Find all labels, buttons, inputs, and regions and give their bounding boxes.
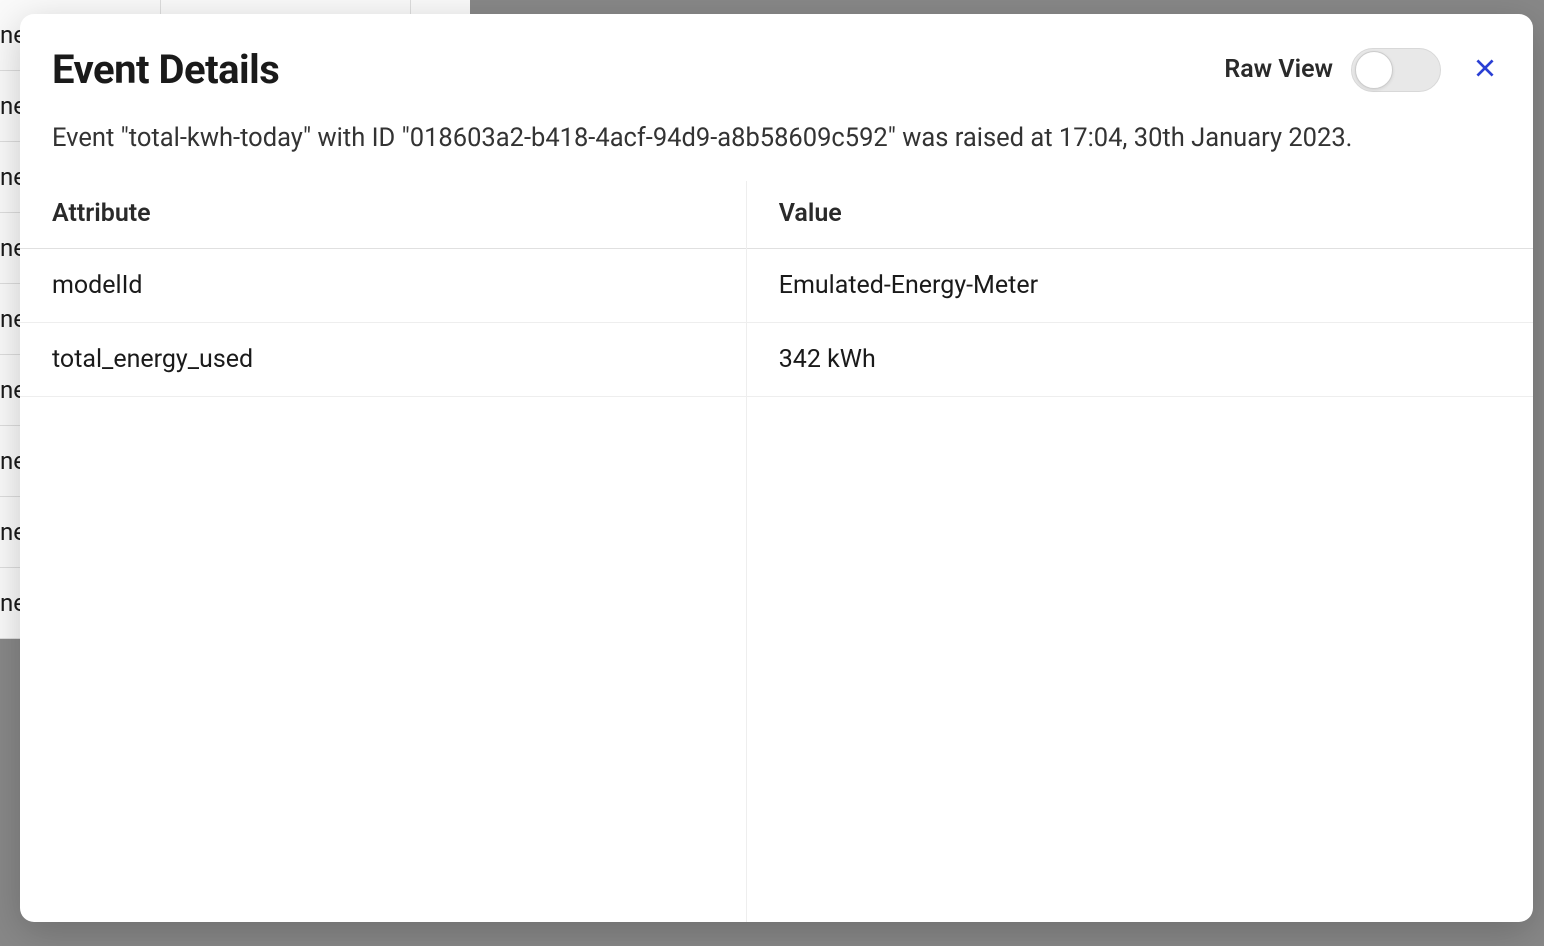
table-row: modelId Emulated-Energy-Meter [20, 248, 1533, 322]
attribute-cell: modelId [20, 248, 746, 322]
value-cell: Emulated-Energy-Meter [746, 248, 1533, 322]
attribute-cell: total_energy_used [20, 322, 746, 396]
raw-view-toggle[interactable] [1351, 48, 1441, 92]
close-button[interactable] [1469, 54, 1501, 86]
table-row: total_energy_used 342 kWh [20, 322, 1533, 396]
column-header-attribute: Attribute [20, 181, 746, 249]
event-details-modal: Event Details Raw View Event "total-kwh-… [20, 14, 1533, 922]
close-icon [1472, 55, 1498, 85]
modal-overlay: Event Details Raw View Event "total-kwh-… [0, 0, 1544, 946]
column-divider [746, 209, 747, 922]
attributes-table: Attribute Value modelId Emulated-Energy-… [20, 181, 1533, 397]
value-cell: 342 kWh [746, 322, 1533, 396]
modal-title: Event Details [52, 46, 279, 93]
column-header-value: Value [746, 181, 1533, 249]
raw-view-label: Raw View [1224, 55, 1333, 84]
event-description: Event "total-kwh-today" with ID "018603a… [20, 93, 1533, 181]
